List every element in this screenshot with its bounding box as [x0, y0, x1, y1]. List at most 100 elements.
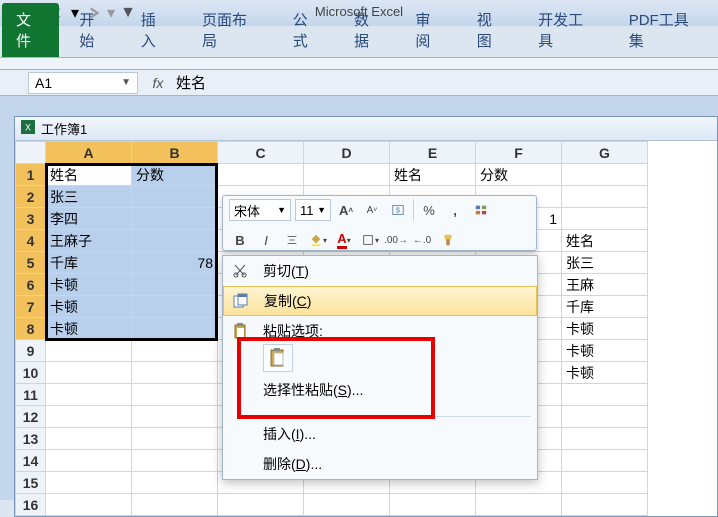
- cell-A8[interactable]: 卡顿: [46, 318, 132, 340]
- paste-default-button[interactable]: [263, 344, 293, 372]
- menu-insert[interactable]: 插入(I)...: [223, 419, 537, 449]
- fx-icon[interactable]: fx: [148, 75, 168, 91]
- tab-review[interactable]: 审阅: [399, 3, 460, 57]
- col-header-B[interactable]: B: [132, 142, 218, 164]
- row-header-14[interactable]: 14: [16, 450, 46, 472]
- cell-B7[interactable]: [132, 296, 218, 318]
- cell-B5[interactable]: 78: [132, 252, 218, 274]
- cell-D1[interactable]: [304, 164, 390, 186]
- borders-icon[interactable]: ▾: [359, 229, 381, 251]
- percent-icon[interactable]: %: [418, 199, 440, 221]
- row-header-10[interactable]: 10: [16, 362, 46, 384]
- menu-delete[interactable]: 删除(D)...: [223, 449, 537, 479]
- row-header-5[interactable]: 5: [16, 252, 46, 274]
- cell-G5[interactable]: 张三: [562, 252, 648, 274]
- tab-developer[interactable]: 开发工具: [522, 3, 613, 57]
- svg-text:X: X: [25, 123, 31, 133]
- row-header-9[interactable]: 9: [16, 340, 46, 362]
- cell-B1[interactable]: 分数: [132, 164, 218, 186]
- cell-A7[interactable]: 卡顿: [46, 296, 132, 318]
- col-header-E[interactable]: E: [390, 142, 476, 164]
- cell-G1[interactable]: [562, 164, 648, 186]
- row-header-1[interactable]: 1: [16, 164, 46, 186]
- italic-button[interactable]: I: [255, 229, 277, 251]
- row-header-15[interactable]: 15: [16, 472, 46, 494]
- tab-view[interactable]: 视图: [461, 3, 522, 57]
- format-painter-icon[interactable]: [437, 229, 459, 251]
- cell-styles-icon[interactable]: [470, 199, 492, 221]
- tab-home[interactable]: 开始: [63, 3, 124, 57]
- tab-insert[interactable]: 插入: [125, 3, 186, 57]
- cell-B8[interactable]: [132, 318, 218, 340]
- cell-G6[interactable]: 王麻: [562, 274, 648, 296]
- cell-A5[interactable]: 千库: [46, 252, 132, 274]
- row-header-12[interactable]: 12: [16, 406, 46, 428]
- mini-toolbar: 宋体▼ 11▼ A˄ A˅ $ % , B I ▾ A▾ ▾ .00→ ←.0: [222, 195, 537, 251]
- cell-A1[interactable]: 姓名: [46, 164, 132, 186]
- cell-A3[interactable]: 李四: [46, 208, 132, 230]
- cell-A4[interactable]: 王麻子: [46, 230, 132, 252]
- menu-paste-special[interactable]: 选择性粘贴(S)...: [263, 380, 537, 400]
- name-box[interactable]: A1 ▼: [28, 72, 138, 94]
- menu-insert-label: 插入(I)...: [263, 424, 316, 444]
- menu-cut[interactable]: 剪切(T): [223, 256, 537, 286]
- col-header-G[interactable]: G: [562, 142, 648, 164]
- col-header-F[interactable]: F: [476, 142, 562, 164]
- decrease-decimal-icon[interactable]: ←.0: [411, 229, 433, 251]
- cell-B4[interactable]: [132, 230, 218, 252]
- decrease-font-icon[interactable]: A˅: [361, 199, 383, 221]
- row-header-4[interactable]: 4: [16, 230, 46, 252]
- row-header-2[interactable]: 2: [16, 186, 46, 208]
- menu-copy[interactable]: 复制(C): [223, 286, 537, 316]
- increase-font-icon[interactable]: A˄: [335, 199, 357, 221]
- tab-file[interactable]: 文件: [2, 3, 59, 57]
- row-header-7[interactable]: 7: [16, 296, 46, 318]
- cell-E1[interactable]: 姓名: [390, 164, 476, 186]
- clipboard-icon: [227, 320, 253, 342]
- cell-A2[interactable]: 张三: [46, 186, 132, 208]
- cell-B3[interactable]: [132, 208, 218, 230]
- cell-G8[interactable]: 卡顿: [562, 318, 648, 340]
- cell-G10[interactable]: 卡顿: [562, 362, 648, 384]
- comma-icon[interactable]: ,: [444, 199, 466, 221]
- cell-A6[interactable]: 卡顿: [46, 274, 132, 296]
- cell-G2[interactable]: [562, 186, 648, 208]
- row-header-3[interactable]: 3: [16, 208, 46, 230]
- font-color-icon[interactable]: A▾: [333, 229, 355, 251]
- cell-B9[interactable]: [132, 340, 218, 362]
- align-center-icon[interactable]: [281, 229, 303, 251]
- tab-pagelayout[interactable]: 页面布局: [186, 3, 277, 57]
- select-all-corner[interactable]: [16, 142, 46, 164]
- font-size-select[interactable]: 11▼: [295, 199, 331, 221]
- cell-A9[interactable]: [46, 340, 132, 362]
- col-header-D[interactable]: D: [304, 142, 390, 164]
- cell-B2[interactable]: [132, 186, 218, 208]
- tab-pdf[interactable]: PDF工具集: [613, 3, 718, 57]
- accounting-format-icon[interactable]: $: [387, 199, 409, 221]
- cell-C1[interactable]: [218, 164, 304, 186]
- cell-G4[interactable]: 姓名: [562, 230, 648, 252]
- cell-A10[interactable]: [46, 362, 132, 384]
- font-select[interactable]: 宋体▼: [229, 199, 291, 221]
- copy-icon: [228, 290, 254, 312]
- fill-color-icon[interactable]: ▾: [307, 229, 329, 251]
- cell-G9[interactable]: 卡顿: [562, 340, 648, 362]
- row-header-6[interactable]: 6: [16, 274, 46, 296]
- bold-button[interactable]: B: [229, 229, 251, 251]
- cell-B10[interactable]: [132, 362, 218, 384]
- cell-G3[interactable]: [562, 208, 648, 230]
- col-header-C[interactable]: C: [218, 142, 304, 164]
- row-header-13[interactable]: 13: [16, 428, 46, 450]
- increase-decimal-icon[interactable]: .00→: [385, 229, 407, 251]
- row-header-11[interactable]: 11: [16, 384, 46, 406]
- cell-F1[interactable]: 分数: [476, 164, 562, 186]
- workbook-titlebar[interactable]: X 工作簿1: [15, 117, 717, 141]
- formula-bar-value[interactable]: 姓名: [176, 72, 206, 93]
- cell-B6[interactable]: [132, 274, 218, 296]
- workbook-title: 工作簿1: [41, 119, 87, 138]
- row-header-8[interactable]: 8: [16, 318, 46, 340]
- row-header-16[interactable]: 16: [16, 494, 46, 516]
- col-header-A[interactable]: A: [46, 142, 132, 164]
- cell-G7[interactable]: 千库: [562, 296, 648, 318]
- chevron-down-icon[interactable]: ▼: [121, 77, 131, 88]
